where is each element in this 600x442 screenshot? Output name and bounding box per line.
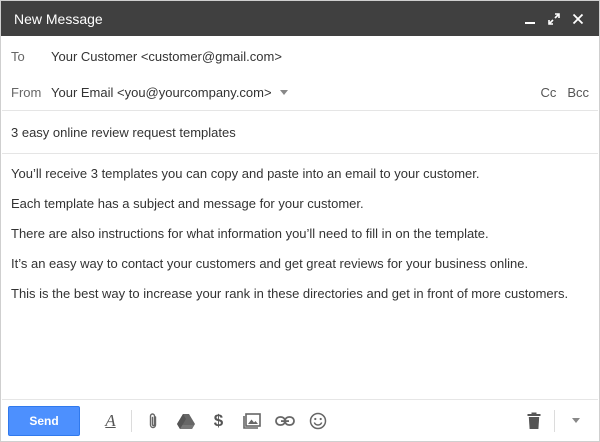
minimize-icon[interactable] bbox=[521, 10, 539, 28]
close-icon[interactable] bbox=[569, 10, 587, 28]
body-paragraph: Each template has a subject and message … bbox=[11, 196, 364, 211]
money-icon[interactable]: $ bbox=[202, 406, 235, 436]
from-sender[interactable]: Your Email <you@yourcompany.com> bbox=[51, 85, 272, 100]
bcc-link[interactable]: Bcc bbox=[567, 85, 589, 100]
cc-link[interactable]: Cc bbox=[540, 85, 556, 100]
compose-titlebar[interactable]: New Message bbox=[1, 1, 599, 36]
chevron-down-icon bbox=[571, 418, 580, 423]
body-paragraph: This is the best way to increase your ra… bbox=[11, 286, 569, 301]
link-icon[interactable] bbox=[268, 406, 301, 436]
window-controls bbox=[521, 10, 587, 28]
emoji-icon[interactable] bbox=[301, 406, 334, 436]
cc-bcc-links: Cc Bcc bbox=[540, 85, 589, 100]
subject-field[interactable]: 3 easy online review request templates bbox=[1, 111, 599, 153]
more-options-icon[interactable] bbox=[559, 406, 592, 436]
right-tools bbox=[517, 406, 592, 436]
send-button[interactable]: Send bbox=[8, 405, 80, 436]
window-title: New Message bbox=[14, 10, 103, 27]
message-body[interactable]: You’ll receive 3 templates you can copy … bbox=[1, 154, 599, 302]
body-paragraph: It’s an easy way to contact your custome… bbox=[11, 256, 529, 271]
to-row[interactable]: To Your Customer <customer@gmail.com> bbox=[1, 38, 599, 74]
format-text-glyph: A bbox=[105, 410, 116, 430]
from-row: From Your Email <you@yourcompany.com> Cc… bbox=[1, 74, 599, 110]
divider bbox=[131, 409, 132, 432]
drive-icon[interactable] bbox=[169, 406, 202, 436]
money-glyph: $ bbox=[213, 410, 224, 430]
attach-icon[interactable] bbox=[136, 406, 169, 436]
to-recipient[interactable]: Your Customer <customer@gmail.com> bbox=[51, 49, 282, 64]
body-paragraph: There are also instructions for what inf… bbox=[11, 226, 489, 241]
tool-icons: A $ bbox=[94, 406, 334, 436]
from-label: From bbox=[11, 84, 42, 100]
divider bbox=[554, 409, 555, 432]
expand-icon[interactable] bbox=[545, 10, 563, 28]
compose-toolbar: Send A $ bbox=[2, 399, 598, 441]
chevron-down-icon[interactable] bbox=[279, 89, 288, 95]
compose-window: New Message To Your Customer <customer@g… bbox=[0, 0, 600, 442]
body-paragraph: You’ll receive 3 templates you can copy … bbox=[11, 166, 480, 181]
format-text-icon[interactable]: A bbox=[94, 406, 127, 436]
photo-icon[interactable] bbox=[235, 406, 268, 436]
to-label: To bbox=[11, 48, 25, 64]
trash-icon[interactable] bbox=[517, 406, 550, 436]
